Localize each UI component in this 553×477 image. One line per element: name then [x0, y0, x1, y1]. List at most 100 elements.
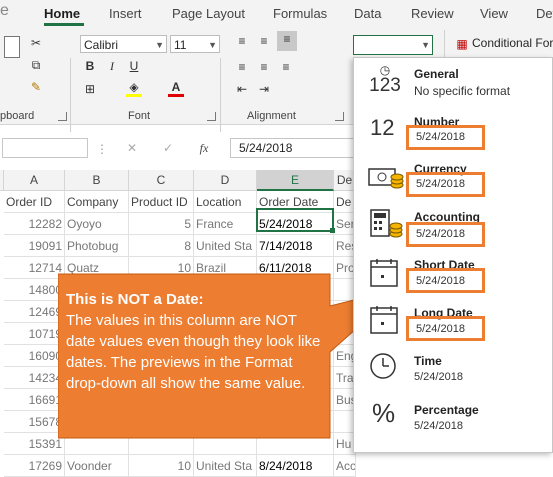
- align-top-icon[interactable]: ≡: [234, 33, 250, 49]
- italic-button[interactable]: I: [104, 58, 120, 74]
- chevron-down-icon: ▼: [155, 40, 164, 50]
- chevron-down-icon: ▼: [208, 40, 217, 50]
- format-currency-sample: 5/24/2018: [416, 178, 465, 190]
- column-header-e[interactable]: E: [257, 170, 334, 191]
- accounting-icon: [370, 209, 403, 238]
- borders-icon[interactable]: ⊞: [82, 81, 98, 97]
- group-label-alignment: Alignment: [247, 110, 296, 122]
- align-middle-icon[interactable]: ≡: [256, 33, 272, 49]
- header-cell[interactable]: Order ID: [4, 191, 65, 213]
- chevron-down-icon: ▼: [421, 40, 430, 50]
- cell-order-id[interactable]: 10719: [4, 323, 65, 345]
- cell-location[interactable]: United Sta: [194, 235, 257, 257]
- conditional-formatting-icon[interactable]: ▦: [454, 36, 470, 52]
- paste-icon[interactable]: [4, 36, 20, 58]
- cell-company[interactable]: Oyoyo: [65, 213, 129, 235]
- format-time-sample: 5/24/2018: [414, 371, 463, 383]
- column-header-a[interactable]: A: [4, 170, 65, 191]
- cell-order-id[interactable]: 19091: [4, 235, 65, 257]
- cell-order-id[interactable]: 14234: [4, 367, 65, 389]
- cell-order-id[interactable]: 12469: [4, 301, 65, 323]
- decrease-indent-icon[interactable]: ⇤: [234, 81, 250, 97]
- font-name-combo[interactable]: Calibri ▼: [80, 35, 167, 53]
- header-cell[interactable]: Product ID: [129, 191, 194, 213]
- tab-view[interactable]: View: [480, 6, 508, 21]
- format-short-date-sample: 5/24/2018: [416, 275, 465, 287]
- tab-page-layout[interactable]: Page Layout: [172, 6, 245, 21]
- cell-de[interactable]: Acc: [334, 455, 356, 477]
- format-time-label[interactable]: Time: [414, 354, 442, 368]
- cell-order-id[interactable]: 14800: [4, 279, 65, 301]
- cell-product-id[interactable]: 8: [129, 235, 194, 257]
- clipboard-launcher-icon[interactable]: [58, 112, 67, 121]
- format-long-date-sample: 5/24/2018: [416, 323, 465, 335]
- align-right-icon[interactable]: ≡: [278, 59, 294, 75]
- group-label-clipboard: pboard: [0, 110, 35, 122]
- conditional-formatting-button[interactable]: Conditional For: [472, 36, 553, 50]
- alignment-launcher-icon[interactable]: [335, 112, 344, 121]
- cell-order-id[interactable]: 17269: [4, 455, 65, 477]
- cell-order-id[interactable]: 12714: [4, 257, 65, 279]
- currency-icon: [368, 168, 404, 189]
- font-name-value: Calibri: [84, 38, 119, 52]
- format-painter-icon[interactable]: ✎: [28, 79, 44, 95]
- cell-location[interactable]: United Sta: [194, 455, 257, 477]
- number-format-combo[interactable]: ▼: [353, 35, 433, 55]
- cell-order-date[interactable]: 7/14/2018: [257, 235, 334, 257]
- cell-order-id[interactable]: 16691: [4, 389, 65, 411]
- underline-button[interactable]: U: [126, 58, 142, 74]
- cell-order-date[interactable]: 8/24/2018: [257, 455, 334, 477]
- name-box-more-icon[interactable]: ⋮: [94, 141, 110, 157]
- cell-company[interactable]: Photobug: [65, 235, 129, 257]
- cell-order-id[interactable]: 16090: [4, 345, 65, 367]
- cell-order-id[interactable]: 15678: [4, 411, 65, 433]
- cell-product-id[interactable]: 10: [129, 455, 194, 477]
- insert-function-icon[interactable]: fx: [196, 140, 212, 156]
- header-cell[interactable]: Location: [194, 191, 257, 213]
- tab-formulas[interactable]: Formulas: [273, 6, 327, 21]
- font-size-combo[interactable]: 11 ▼: [170, 35, 220, 53]
- number-icon: 12: [370, 115, 395, 140]
- format-percentage-sample: 5/24/2018: [414, 420, 463, 432]
- copy-icon[interactable]: ⧉: [28, 57, 44, 73]
- font-size-value: 11: [174, 38, 187, 52]
- tab-developer[interactable]: Dev: [536, 6, 553, 21]
- percent-icon: %: [372, 398, 396, 428]
- ribbon-tab-bar: e Home Insert Page Layout Formulas Data …: [0, 0, 553, 26]
- cancel-icon[interactable]: ✕: [124, 140, 140, 156]
- partial-tab-edge: e: [0, 2, 9, 19]
- header-cell[interactable]: Company: [65, 191, 129, 213]
- tab-insert[interactable]: Insert: [109, 6, 142, 21]
- format-general-sample: No specific format: [414, 84, 511, 98]
- active-cell-outline: [256, 208, 334, 232]
- align-left-icon[interactable]: ≡: [234, 59, 250, 75]
- callout-text: This is NOT a Date: The values in this c…: [66, 289, 324, 394]
- format-general-label[interactable]: General: [414, 67, 459, 81]
- align-bottom-icon[interactable]: ≡: [277, 31, 297, 51]
- bold-button[interactable]: B: [82, 58, 98, 74]
- tab-review[interactable]: Review: [411, 6, 454, 21]
- font-color-icon[interactable]: A: [168, 81, 184, 97]
- fill-color-icon[interactable]: ◈: [126, 81, 142, 97]
- cut-icon[interactable]: ✂: [28, 35, 44, 51]
- increase-indent-icon[interactable]: ⇥: [256, 81, 272, 97]
- column-header-b[interactable]: B: [65, 170, 129, 191]
- cell-order-id[interactable]: 12282: [4, 213, 65, 235]
- font-launcher-icon[interactable]: [207, 112, 216, 121]
- column-header-d[interactable]: D: [194, 170, 257, 191]
- enter-icon[interactable]: ✓: [160, 140, 176, 156]
- long-date-icon: [370, 306, 398, 334]
- align-center-icon[interactable]: ≡: [256, 59, 272, 75]
- group-label-font: Font: [128, 110, 151, 122]
- cell-company[interactable]: Voonder: [65, 455, 129, 477]
- fill-handle[interactable]: [330, 228, 335, 233]
- format-accounting-sample: 5/24/2018: [416, 228, 465, 240]
- cell-order-id[interactable]: 15391: [4, 433, 65, 455]
- tab-data[interactable]: Data: [354, 6, 381, 21]
- cell-product-id[interactable]: 5: [129, 213, 194, 235]
- tab-home[interactable]: Home: [44, 6, 80, 21]
- name-box[interactable]: [2, 138, 88, 158]
- format-percentage-label[interactable]: Percentage: [414, 403, 479, 417]
- column-header-c[interactable]: C: [129, 170, 194, 191]
- cell-location[interactable]: France: [194, 213, 257, 235]
